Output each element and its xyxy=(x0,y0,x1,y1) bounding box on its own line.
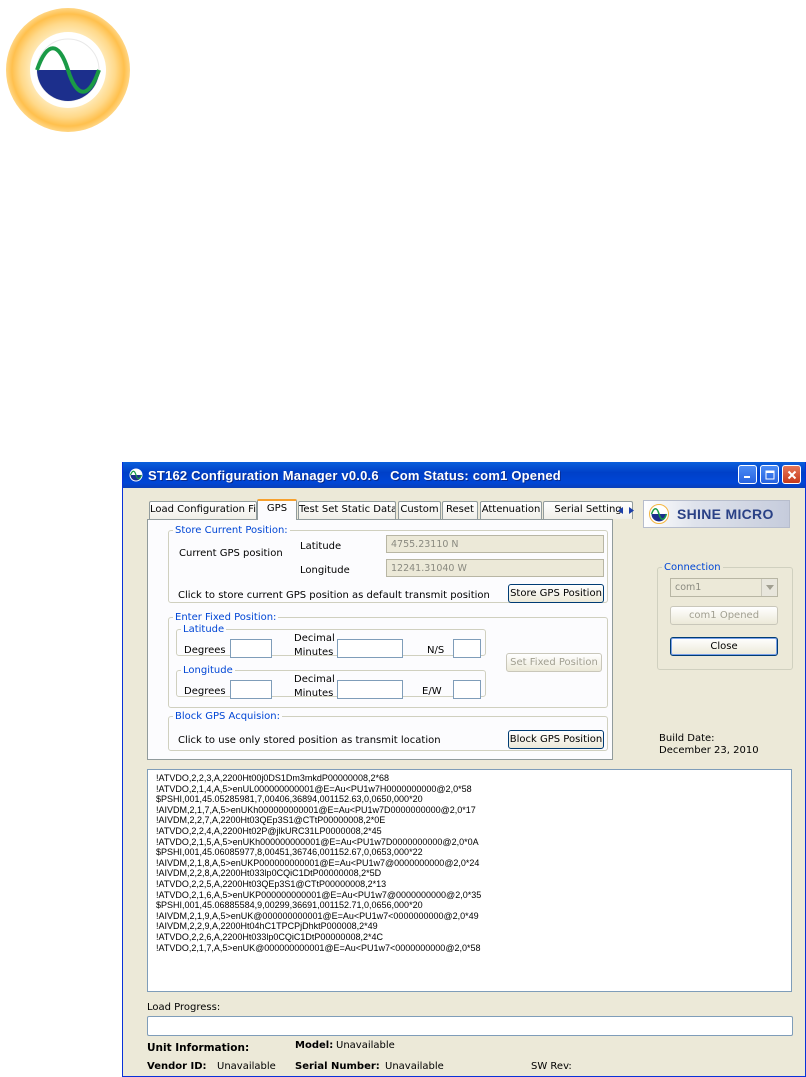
app-icon xyxy=(129,468,143,482)
serial-number-value: Unavailable xyxy=(385,1061,444,1072)
lat-degrees-label: Degrees xyxy=(184,645,226,656)
close-connection-button[interactable]: Close xyxy=(670,637,778,656)
ns-input[interactable] xyxy=(453,639,481,658)
lon-degrees-input[interactable] xyxy=(230,680,272,699)
unit-information-label: Unit Information: xyxy=(147,1042,250,1054)
block-gps-acquisition-legend: Block GPS Acquision: xyxy=(175,711,280,722)
model-label: Model: xyxy=(295,1040,334,1051)
lat-decimal-label: Decimal xyxy=(294,633,335,644)
lon-degrees-label: Degrees xyxy=(184,686,226,697)
store-current-position-legend: Store Current Position: xyxy=(175,525,288,536)
build-date-value: December 23, 2010 xyxy=(659,745,759,756)
log-line: !ATVDO,2,1,7,A,5>enUK@000000000001@E=Au<… xyxy=(156,942,481,953)
sw-rev-label: SW Rev: xyxy=(531,1061,572,1072)
log-line: !AIVDM,2,2,9,A,2200Ht04hC1TPCPjDhktP0000… xyxy=(156,921,378,932)
enter-fixed-position-legend: Enter Fixed Position: xyxy=(175,612,277,623)
log-line: $PSHI,001,45.06085977,8,00451,36746,0011… xyxy=(156,847,423,858)
ns-label: N/S xyxy=(427,645,445,656)
tab-test-set-static-data[interactable]: Test Set Static Data xyxy=(298,501,396,519)
tab-scroll-left-icon[interactable] xyxy=(618,506,624,514)
lon-minutes-label: Minutes xyxy=(294,688,334,699)
store-hint-text: Click to store current GPS position as d… xyxy=(178,590,490,601)
tab-attenuation[interactable]: Attenuation xyxy=(480,501,542,519)
gps-tab-panel: Store Current Position: Current GPS posi… xyxy=(147,519,613,760)
latitude-label: Latitude xyxy=(300,541,342,552)
vendor-id-label: Vendor ID: xyxy=(147,1061,207,1072)
tab-scroll-buttons[interactable] xyxy=(611,503,641,517)
lat-degrees-input[interactable] xyxy=(230,639,272,658)
build-date-label: Build Date: xyxy=(659,733,715,744)
maximize-icon xyxy=(765,470,774,479)
log-line: !ATVDO,2,2,6,A,2200Ht033lp0CQiC1DtP00000… xyxy=(156,931,383,942)
load-progress-bar xyxy=(147,1016,793,1036)
longitude-readout: 12241.31040 W xyxy=(386,559,604,577)
log-line: !ATVDO,2,1,5,A,5>enUKh000000000001@E=Au<… xyxy=(156,836,479,847)
app-window: ST162 Configuration Manager v0.0.6 Com S… xyxy=(122,462,806,1077)
log-line: !AIVDM,2,1,8,A,5>enUKP000000000001@E=Au<… xyxy=(156,857,480,868)
close-icon xyxy=(787,470,796,479)
tab-load-configuration-file[interactable]: Load Configuration File xyxy=(149,501,257,519)
window-title: ST162 Configuration Manager v0.0.6 Com S… xyxy=(148,467,561,483)
tab-scroll-right-icon[interactable] xyxy=(628,506,634,514)
sine-wave-logo-icon xyxy=(30,32,106,108)
store-gps-position-button[interactable]: Store GPS Position xyxy=(508,584,604,603)
minimize-button[interactable] xyxy=(738,465,757,484)
tab-reset[interactable]: Reset xyxy=(442,501,478,519)
current-gps-position-label: Current GPS position xyxy=(179,548,283,559)
close-window-button[interactable] xyxy=(782,465,801,484)
log-line: !ATVDO,2,1,4,A,5>enUL000000000001@E=Au<P… xyxy=(156,783,472,794)
maximize-button[interactable] xyxy=(760,465,779,484)
block-hint-text: Click to use only stored position as tra… xyxy=(178,735,441,746)
log-line: !AIVDM,2,1,9,A,5>enUK@000000000001@E=Au<… xyxy=(156,910,479,921)
chevron-down-icon xyxy=(765,585,774,590)
lon-decimal-minutes-input[interactable] xyxy=(337,680,403,699)
com-status-button[interactable]: com1 Opened xyxy=(670,606,778,625)
fixed-longitude-legend: Longitude xyxy=(183,665,233,676)
log-line: $PSHI,001,45.06885584,9,00299,36691,0011… xyxy=(156,900,423,911)
model-value: Unavailable xyxy=(336,1040,395,1051)
lon-decimal-label: Decimal xyxy=(294,674,335,685)
shine-micro-logo-icon xyxy=(649,504,669,524)
ew-input[interactable] xyxy=(453,680,481,699)
log-line: !AIVDM,2,1,7,A,5>enUKh000000000001@E=Au<… xyxy=(156,804,476,815)
block-gps-position-button[interactable]: Block GPS Position xyxy=(508,730,604,749)
set-fixed-position-button[interactable]: Set Fixed Position xyxy=(506,653,602,672)
log-line: !ATVDO,2,1,6,A,5>enUKP000000000001@E=Au<… xyxy=(156,889,482,900)
longitude-label: Longitude xyxy=(300,565,350,576)
fixed-latitude-legend: Latitude xyxy=(183,624,225,635)
latitude-readout: 4755.23110 N xyxy=(386,535,604,553)
title-bar[interactable]: ST162 Configuration Manager v0.0.6 Com S… xyxy=(123,462,805,488)
minimize-icon xyxy=(744,476,750,478)
load-progress-label: Load Progress: xyxy=(147,1002,221,1013)
log-line: !AIVDM,2,2,8,A,2200Ht033lp0CQiC1DtP00000… xyxy=(156,868,382,879)
log-line: !AIVDM,2,2,7,A,2200Ht03QEp3S1@CTtP000000… xyxy=(156,815,386,826)
brand-name: SHINE MICRO xyxy=(677,506,774,522)
lat-decimal-minutes-input[interactable] xyxy=(337,639,403,658)
log-line: !ATVDO,2,2,4,A,2200Ht02P@jlkURC31LP00000… xyxy=(156,825,382,836)
tab-custom[interactable]: Custom xyxy=(398,501,441,519)
connection-legend: Connection xyxy=(664,562,721,573)
log-line: $PSHI,001,45.05285981,7,00406,36894,0011… xyxy=(156,794,423,805)
lat-minutes-label: Minutes xyxy=(294,647,334,658)
ew-label: E/W xyxy=(422,686,442,697)
log-line: !ATVDO,2,2,5,A,2200Ht03QEp3S1@CTtP000000… xyxy=(156,878,387,889)
brand-banner: SHINE MICRO xyxy=(643,500,790,528)
tab-gps[interactable]: GPS xyxy=(257,499,297,520)
log-line: !ATVDO,2,2,3,A,2200Ht00j0DS1Dm3mkdP00000… xyxy=(156,773,389,783)
serial-number-label: Serial Number: xyxy=(295,1061,380,1072)
nmea-log[interactable]: !ATVDO,2,2,3,A,2200Ht00j0DS1Dm3mkdP00000… xyxy=(147,769,792,992)
vendor-id-value: Unavailable xyxy=(217,1061,276,1072)
port-dropdown-button[interactable] xyxy=(761,579,777,596)
